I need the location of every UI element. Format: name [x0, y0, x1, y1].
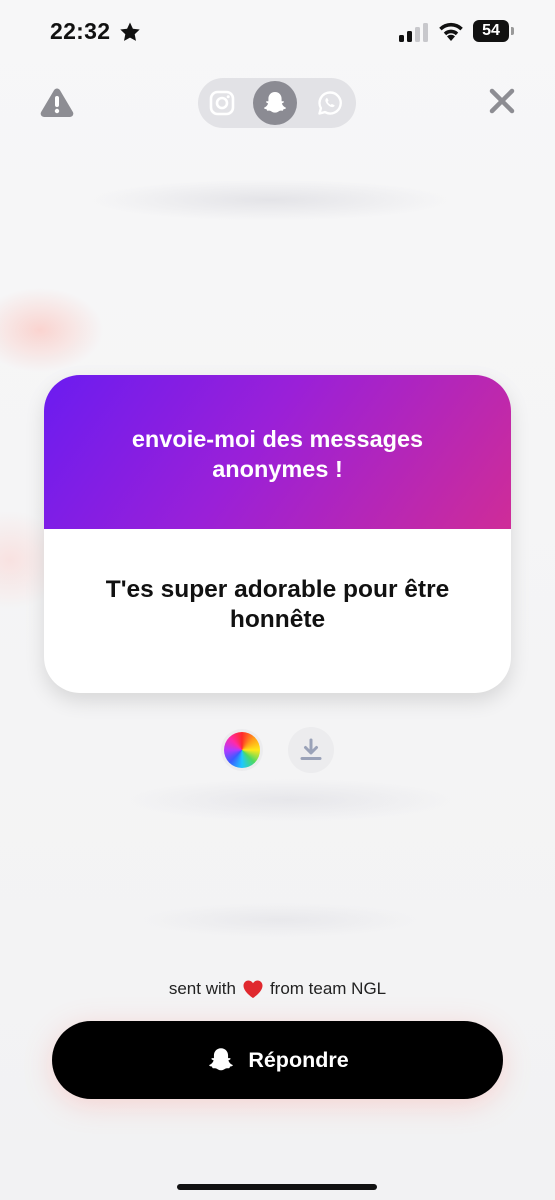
share-platform-selector [198, 78, 356, 128]
battery-tip [511, 27, 514, 35]
status-time: 22:32 [50, 18, 111, 44]
sent-with-prefix: sent with [168, 979, 236, 998]
card-header: envoie-moi des messages anonymes ! [44, 375, 511, 529]
message-card: envoie-moi des messages anonymes ! T'es … [44, 375, 511, 693]
sent-with-footer: sent with from team NGL [0, 979, 555, 999]
sent-with-suffix: from team NGL [269, 979, 387, 998]
snapchat-ghost-icon [263, 92, 287, 113]
reply-button-label: Répondre [248, 1047, 349, 1072]
share-snapchat-button[interactable] [253, 81, 297, 125]
share-instagram-button[interactable] [200, 81, 244, 125]
color-wheel-icon [224, 732, 260, 768]
reply-button[interactable]: Répondre [52, 1021, 503, 1099]
heart-icon [243, 980, 263, 998]
status-bar: 22:32 54 [0, 0, 555, 66]
download-icon [300, 738, 322, 760]
close-icon[interactable] [488, 87, 516, 115]
snapchat-ghost-icon [209, 1048, 234, 1071]
anonymous-message-text: T'es super adorable pour être honnête [105, 576, 450, 633]
color-picker-button[interactable] [221, 729, 263, 771]
instagram-icon [209, 90, 235, 116]
home-indicator[interactable] [177, 1184, 377, 1190]
card-body: T'es super adorable pour être honnête [44, 529, 511, 693]
report-warning-icon[interactable] [40, 87, 74, 117]
download-button[interactable] [288, 727, 334, 773]
card-prompt-text: envoie-moi des messages anonymes ! [131, 426, 424, 482]
cellular-signal-icon [399, 23, 428, 42]
star-icon [120, 22, 140, 41]
whatsapp-icon [318, 91, 342, 115]
battery-indicator: 54 [473, 20, 509, 42]
share-whatsapp-button[interactable] [308, 81, 352, 125]
battery-level: 54 [482, 22, 500, 39]
wifi-icon [439, 22, 463, 41]
